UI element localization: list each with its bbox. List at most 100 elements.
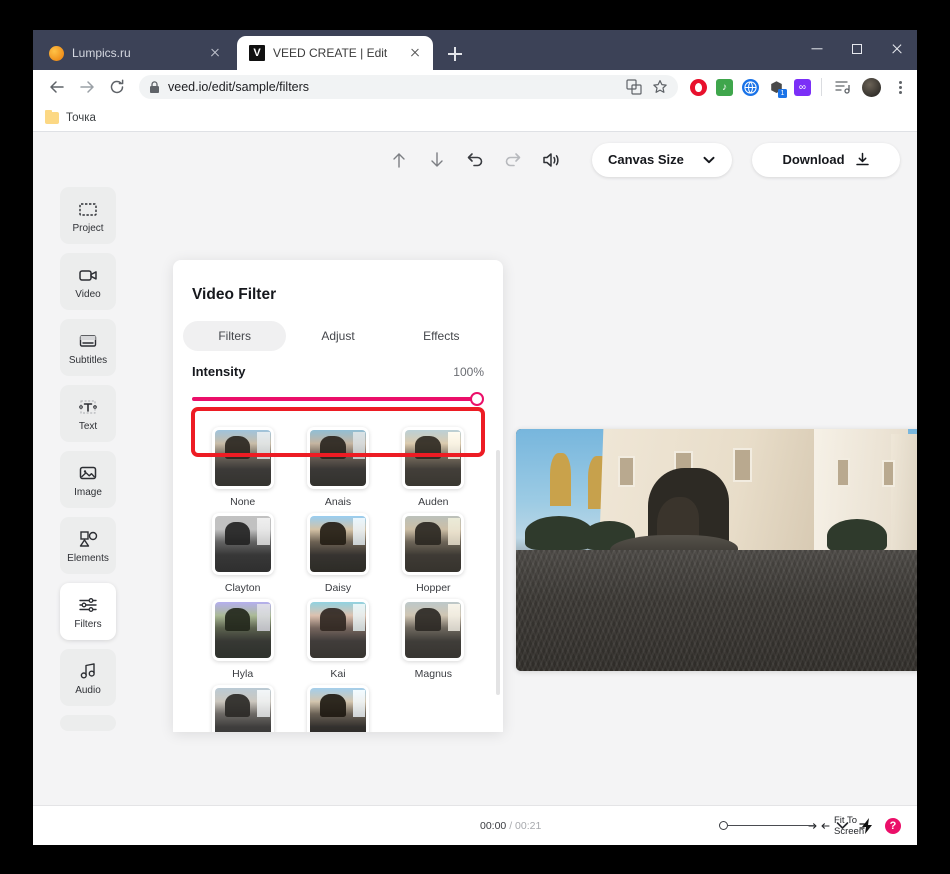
zoom-handle[interactable]	[719, 821, 728, 830]
filter-item[interactable]: Kai	[290, 599, 385, 680]
filter-item[interactable]: Anais	[290, 427, 385, 508]
filter-label: Anais	[324, 496, 352, 508]
globe-extension-icon[interactable]	[742, 78, 759, 96]
toolbar-divider	[821, 78, 822, 96]
playback-current: 00:00	[480, 819, 507, 832]
filter-label: None	[230, 496, 256, 508]
new-tab-button[interactable]	[443, 42, 467, 66]
folder-icon	[45, 109, 59, 124]
filter-item[interactable]	[290, 685, 385, 732]
purple-extension-icon[interactable]: ∞	[794, 78, 811, 96]
box-extension-icon[interactable]: 1	[768, 79, 787, 98]
elements-shapes-icon	[79, 530, 97, 547]
sidebar-item-audio[interactable]: Audio	[60, 649, 116, 706]
filter-thumbnail[interactable]	[402, 513, 465, 575]
panel-title: Video Filter	[192, 286, 277, 303]
sidebar-item-filters[interactable]: Filters	[60, 583, 116, 640]
intensity-value: 100%	[453, 365, 484, 379]
browser-tab-lumpics[interactable]: Lumpics.ru	[37, 36, 233, 70]
sidebar-item-subtitles[interactable]: Subtitles	[60, 319, 116, 376]
move-down-icon[interactable]	[418, 141, 456, 179]
video-preview[interactable]	[516, 429, 917, 671]
close-icon[interactable]	[407, 45, 423, 61]
filter-thumbnail[interactable]	[402, 599, 465, 661]
download-icon	[855, 152, 869, 166]
lightning-icon[interactable]	[859, 817, 876, 835]
minimize-button[interactable]	[797, 30, 837, 68]
help-button[interactable]: ?	[885, 817, 901, 834]
filter-item[interactable]: Magnus	[386, 599, 481, 680]
close-icon[interactable]	[207, 45, 223, 61]
image-icon	[79, 466, 97, 479]
preview-window	[618, 455, 636, 488]
music-extension-icon[interactable]: ♪	[716, 78, 733, 96]
timeline-right-controls: ?	[835, 817, 901, 835]
filter-thumbnail[interactable]	[211, 513, 274, 575]
sidebar-item-image[interactable]: Image	[60, 451, 116, 508]
sidebar-item-project[interactable]: Project	[60, 187, 116, 244]
volume-icon[interactable]	[532, 141, 570, 179]
slider-knob[interactable]	[470, 392, 484, 406]
bookmark-label[interactable]: Точка	[66, 112, 96, 124]
download-button[interactable]: Download	[752, 142, 900, 177]
sidebar-item-video[interactable]: Video	[60, 253, 116, 310]
move-up-icon[interactable]	[380, 141, 418, 179]
playback-time: 00:00 / 00:21	[480, 819, 542, 832]
filter-thumbnail[interactable]	[306, 513, 369, 575]
tab-adjust[interactable]: Adjust	[286, 321, 389, 351]
chevron-down-icon[interactable]	[835, 818, 850, 833]
filter-label: Kai	[330, 668, 346, 680]
bookmark-star-icon	[653, 80, 667, 93]
filter-thumbnail[interactable]	[211, 685, 274, 732]
tab-filters[interactable]: Filters	[183, 321, 287, 351]
panel-tabs: Filters Adjust Effects	[183, 321, 493, 351]
filter-thumbnail[interactable]	[306, 599, 369, 661]
three-dot-menu-icon[interactable]	[891, 78, 909, 96]
filter-item[interactable]: Hyla	[195, 599, 290, 680]
filter-item[interactable]	[195, 685, 290, 732]
undo-icon[interactable]	[456, 141, 494, 179]
browser-tabstrip: Lumpics.ru V VEED CREATE | Edit	[33, 30, 917, 70]
sidebar-item-elements[interactable]: Elements	[60, 517, 116, 574]
preview-window	[733, 448, 753, 483]
sidebar-item-label: Image	[74, 486, 102, 498]
profile-avatar[interactable]	[862, 77, 881, 97]
filter-item[interactable]: Clayton	[195, 513, 290, 594]
filter-item[interactable]: None	[195, 427, 290, 508]
reload-icon[interactable]	[103, 73, 131, 101]
sidebar-item-more[interactable]	[60, 715, 116, 731]
forward-arrow-icon[interactable]	[73, 73, 101, 101]
filter-label: Hopper	[416, 582, 451, 594]
filter-grid: None Anais Auden Clayton Daisy Hopper Hy…	[173, 406, 503, 732]
filter-thumbnail[interactable]	[211, 427, 274, 489]
screenshot-root: Lumpics.ru V VEED CREATE | Edit veed.io/…	[0, 0, 950, 874]
canvas-size-button[interactable]: Canvas Size	[592, 142, 732, 177]
address-bar[interactable]: veed.io/edit/sample/filters	[139, 75, 678, 99]
browser-tab-veed[interactable]: V VEED CREATE | Edit	[237, 36, 433, 70]
opera-vpn-icon[interactable]	[690, 78, 707, 96]
slider-track[interactable]	[192, 397, 476, 401]
filter-item[interactable]: Hopper	[386, 513, 481, 594]
reading-list-icon[interactable]	[832, 73, 854, 101]
sidebar-item-label: Subtitles	[68, 354, 108, 366]
intensity-slider[interactable]	[192, 392, 484, 406]
download-label: Download	[782, 152, 845, 167]
panel-scrollbar[interactable]	[496, 450, 500, 695]
filter-thumbnail[interactable]	[306, 685, 369, 732]
translate-icon	[626, 79, 642, 95]
window-close-button[interactable]	[877, 30, 917, 68]
veed-v-favicon: V	[249, 45, 265, 61]
filter-thumbnail[interactable]	[306, 427, 369, 489]
zoom-track[interactable]	[728, 825, 814, 826]
back-arrow-icon[interactable]	[43, 73, 71, 101]
sidebar-item-text[interactable]: Text	[60, 385, 116, 442]
intensity-label: Intensity	[192, 364, 246, 379]
filter-item[interactable]: Daisy	[290, 513, 385, 594]
tab-effects[interactable]: Effects	[390, 321, 493, 351]
video-camera-icon	[78, 269, 97, 281]
filter-thumbnail[interactable]	[402, 427, 465, 489]
maximize-button[interactable]	[837, 30, 877, 68]
filter-item[interactable]: Auden	[386, 427, 481, 508]
redo-icon[interactable]	[494, 141, 532, 179]
filter-thumbnail[interactable]	[211, 599, 274, 661]
